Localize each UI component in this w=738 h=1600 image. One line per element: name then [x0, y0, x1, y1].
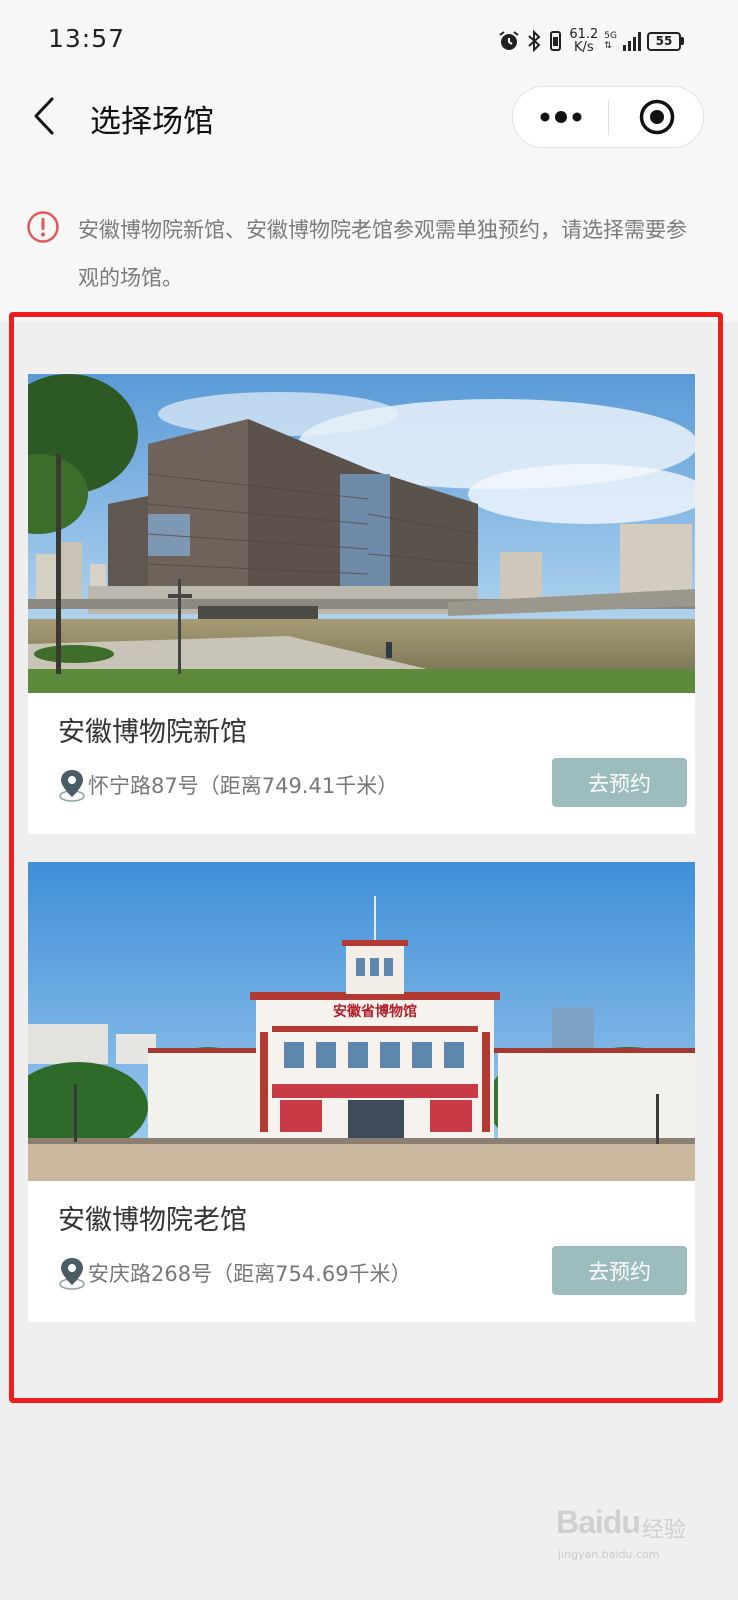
notice-text: 安徽博物院新馆、安徽博物院老馆参观需单独预约，请选择需要参观的场馆。 [78, 218, 687, 290]
more-button[interactable] [513, 87, 608, 147]
status-time: 13:57 [48, 24, 126, 53]
alarm-icon [499, 31, 519, 50]
close-button[interactable] [609, 87, 704, 147]
baidu-watermark: Baidu 经验 jingyan.baidu.com [556, 1496, 706, 1576]
signal-icon [623, 31, 641, 51]
watermark-brand: Baidu [556, 1504, 641, 1540]
battery-level: 55 [647, 31, 681, 51]
back-button[interactable] [24, 92, 64, 140]
watermark-label: 经验 [642, 1518, 687, 1543]
page-title: 选择场馆 [90, 104, 214, 140]
highlight-annotation-frame [9, 312, 723, 1403]
network-speed: 61.2 K/s [569, 27, 599, 55]
notice: 安徽博物院新馆、安徽博物院老馆参观需单独预约，请选择需要参观的场馆。 [26, 206, 706, 302]
nav-bar: 选择场馆 [0, 82, 738, 154]
vibrate-icon [550, 31, 562, 51]
status-bar: 13:57 61.2 K/s 5G ⇅ 55 [0, 0, 738, 82]
bluetooth-icon [528, 29, 541, 53]
network-type: 5G ⇅ [604, 31, 617, 51]
mini-program-capsule [512, 86, 704, 148]
info-icon [27, 211, 59, 243]
chevron-left-icon [34, 97, 54, 135]
status-icons: 61.2 K/s 5G ⇅ 55 [497, 24, 684, 58]
close-target-icon [639, 99, 674, 135]
watermark-url: jingyan.baidu.com [558, 1548, 660, 1561]
more-dots-icon [540, 111, 581, 123]
battery-icon: 55 [647, 31, 684, 51]
